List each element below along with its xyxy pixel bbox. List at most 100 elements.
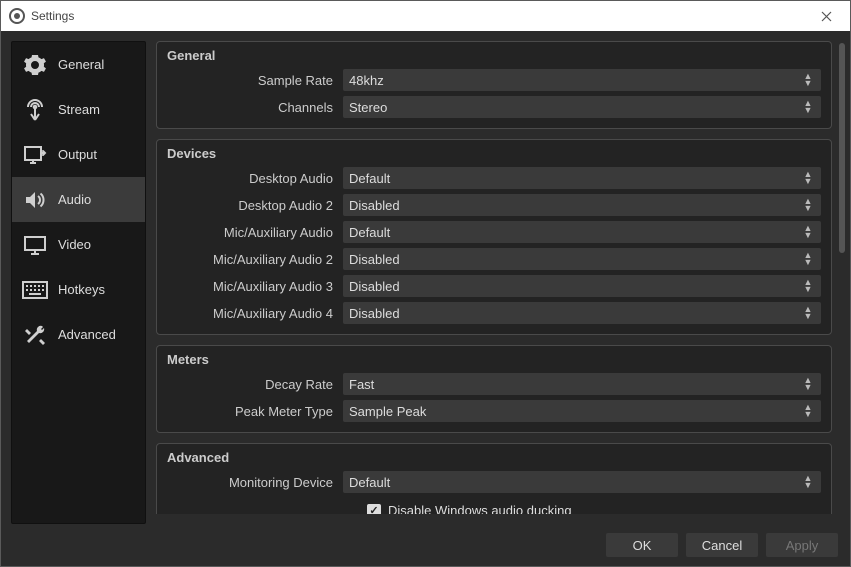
row-channels: Channels Stereo ▲▼: [167, 96, 821, 118]
sidebar-item-label: Stream: [58, 102, 100, 117]
combo-value: Fast: [349, 377, 801, 392]
checkbox-disable-ducking[interactable]: ✓: [367, 504, 381, 515]
combo-value: Sample Peak: [349, 404, 801, 419]
label-mic-aux-3: Mic/Auxiliary Audio 3: [167, 279, 343, 294]
sidebar-item-label: Audio: [58, 192, 91, 207]
group-title: Devices: [167, 146, 821, 161]
row-disable-ducking: ✓ Disable Windows audio ducking: [167, 503, 821, 514]
group-title: Meters: [167, 352, 821, 367]
label-decay-rate: Decay Rate: [167, 377, 343, 392]
keyboard-icon: [22, 277, 48, 303]
chevron-updown-icon: ▲▼: [801, 404, 815, 418]
app-icon: [9, 8, 25, 24]
group-meters: Meters Decay Rate Fast ▲▼ Peak Meter Typ…: [156, 345, 832, 433]
footer: OK Cancel Apply: [1, 524, 850, 566]
sidebar-item-label: Advanced: [58, 327, 116, 342]
combo-desktop-audio-2[interactable]: Disabled ▲▼: [343, 194, 821, 216]
sidebar: General Stream Output: [11, 41, 146, 524]
sidebar-item-general[interactable]: General: [12, 42, 145, 87]
combo-mic-aux-3[interactable]: Disabled ▲▼: [343, 275, 821, 297]
app-body: General Stream Output: [1, 31, 850, 566]
chevron-updown-icon: ▲▼: [801, 73, 815, 87]
gear-icon: [22, 52, 48, 78]
row-mic-aux-4: Mic/Auxiliary Audio 4 Disabled ▲▼: [167, 302, 821, 324]
row-mic-aux-3: Mic/Auxiliary Audio 3 Disabled ▲▼: [167, 275, 821, 297]
sidebar-item-label: General: [58, 57, 104, 72]
group-general: General Sample Rate 48khz ▲▼ Channels St: [156, 41, 832, 129]
content-wrap: General Sample Rate 48khz ▲▼ Channels St: [156, 41, 846, 524]
label-channels: Channels: [167, 100, 343, 115]
combo-mic-aux-2[interactable]: Disabled ▲▼: [343, 248, 821, 270]
combo-value: Default: [349, 171, 801, 186]
chevron-updown-icon: ▲▼: [801, 198, 815, 212]
sidebar-item-output[interactable]: Output: [12, 132, 145, 177]
group-devices: Devices Desktop Audio Default ▲▼ Desktop…: [156, 139, 832, 335]
chevron-updown-icon: ▲▼: [801, 171, 815, 185]
antenna-icon: [22, 97, 48, 123]
combo-value: Disabled: [349, 279, 801, 294]
row-decay-rate: Decay Rate Fast ▲▼: [167, 373, 821, 395]
label-mic-aux-4: Mic/Auxiliary Audio 4: [167, 306, 343, 321]
window-title: Settings: [31, 9, 804, 23]
label-mic-aux-2: Mic/Auxiliary Audio 2: [167, 252, 343, 267]
scrollbar-thumb[interactable]: [839, 43, 845, 253]
main-row: General Stream Output: [1, 31, 850, 524]
chevron-updown-icon: ▲▼: [801, 475, 815, 489]
combo-value: Default: [349, 475, 801, 490]
combo-mic-aux[interactable]: Default ▲▼: [343, 221, 821, 243]
combo-mic-aux-4[interactable]: Disabled ▲▼: [343, 302, 821, 324]
combo-value: 48khz: [349, 73, 801, 88]
combo-sample-rate[interactable]: 48khz ▲▼: [343, 69, 821, 91]
settings-window: Settings General Stream: [0, 0, 851, 567]
chevron-updown-icon: ▲▼: [801, 377, 815, 391]
row-mic-aux: Mic/Auxiliary Audio Default ▲▼: [167, 221, 821, 243]
label-monitoring-device: Monitoring Device: [167, 475, 343, 490]
combo-desktop-audio[interactable]: Default ▲▼: [343, 167, 821, 189]
row-monitoring-device: Monitoring Device Default ▲▼: [167, 471, 821, 493]
label-desktop-audio: Desktop Audio: [167, 171, 343, 186]
chevron-updown-icon: ▲▼: [801, 252, 815, 266]
monitor-icon: [22, 232, 48, 258]
chevron-updown-icon: ▲▼: [801, 225, 815, 239]
combo-value: Disabled: [349, 198, 801, 213]
combo-value: Disabled: [349, 252, 801, 267]
close-button[interactable]: [804, 2, 848, 30]
label-sample-rate: Sample Rate: [167, 73, 343, 88]
label-mic-aux: Mic/Auxiliary Audio: [167, 225, 343, 240]
row-desktop-audio: Desktop Audio Default ▲▼: [167, 167, 821, 189]
sidebar-item-label: Video: [58, 237, 91, 252]
combo-value: Default: [349, 225, 801, 240]
row-peak-meter-type: Peak Meter Type Sample Peak ▲▼: [167, 400, 821, 422]
sidebar-item-label: Hotkeys: [58, 282, 105, 297]
sidebar-item-advanced[interactable]: Advanced: [12, 312, 145, 357]
group-title: Advanced: [167, 450, 821, 465]
row-mic-aux-2: Mic/Auxiliary Audio 2 Disabled ▲▼: [167, 248, 821, 270]
chevron-updown-icon: ▲▼: [801, 306, 815, 320]
label-disable-ducking: Disable Windows audio ducking: [388, 503, 572, 514]
speaker-icon: [22, 187, 48, 213]
settings-content: General Sample Rate 48khz ▲▼ Channels St: [156, 41, 838, 514]
combo-value: Disabled: [349, 306, 801, 321]
sidebar-item-hotkeys[interactable]: Hotkeys: [12, 267, 145, 312]
combo-value: Stereo: [349, 100, 801, 115]
group-title: General: [167, 48, 821, 63]
combo-decay-rate[interactable]: Fast ▲▼: [343, 373, 821, 395]
combo-peak-meter-type[interactable]: Sample Peak ▲▼: [343, 400, 821, 422]
sidebar-item-audio[interactable]: Audio: [12, 177, 145, 222]
label-desktop-audio-2: Desktop Audio 2: [167, 198, 343, 213]
row-desktop-audio-2: Desktop Audio 2 Disabled ▲▼: [167, 194, 821, 216]
group-advanced: Advanced Monitoring Device Default ▲▼ ✓ …: [156, 443, 832, 514]
output-icon: [22, 142, 48, 168]
combo-monitoring-device[interactable]: Default ▲▼: [343, 471, 821, 493]
ok-button[interactable]: OK: [606, 533, 678, 557]
combo-channels[interactable]: Stereo ▲▼: [343, 96, 821, 118]
scrollbar[interactable]: [838, 41, 846, 524]
apply-button[interactable]: Apply: [766, 533, 838, 557]
label-peak-meter-type: Peak Meter Type: [167, 404, 343, 419]
sidebar-item-video[interactable]: Video: [12, 222, 145, 267]
titlebar: Settings: [1, 1, 850, 31]
tools-icon: [22, 322, 48, 348]
sidebar-item-stream[interactable]: Stream: [12, 87, 145, 132]
cancel-button[interactable]: Cancel: [686, 533, 758, 557]
row-sample-rate: Sample Rate 48khz ▲▼: [167, 69, 821, 91]
